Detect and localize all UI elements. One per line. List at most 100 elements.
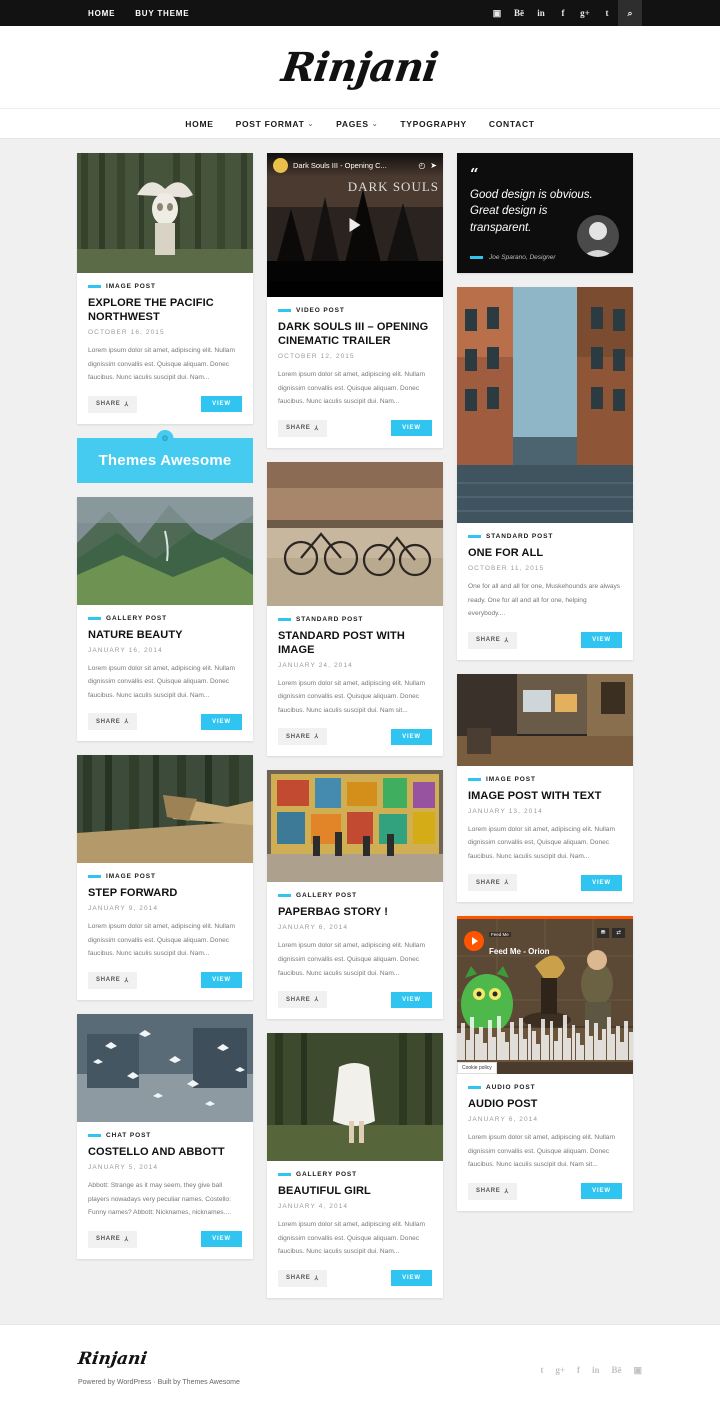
post-category[interactable]: CHAT POST xyxy=(88,1132,242,1139)
view-button[interactable]: VIEW xyxy=(391,728,432,745)
post-card-dark-souls-iii[interactable]: DARK SOULS Dark Souls III - Opening C...… xyxy=(267,153,443,448)
buy-icon[interactable]: ⛃ xyxy=(596,928,610,939)
twitter-icon[interactable]: t xyxy=(540,1365,543,1376)
post-card-step-forward[interactable]: IMAGE POST STEP FORWARD JANUARY 9, 2014 … xyxy=(77,755,253,1000)
share-button[interactable]: SHARE ⅄ xyxy=(468,1182,517,1200)
post-category[interactable]: GALLERY POST xyxy=(278,1171,432,1178)
artist-label[interactable]: Feed Me xyxy=(489,932,511,938)
post-title[interactable]: STANDARD POST WITH IMAGE xyxy=(278,629,432,657)
view-button[interactable]: VIEW xyxy=(391,420,432,437)
post-title[interactable]: STEP FORWARD xyxy=(88,886,242,900)
youtube-video-player[interactable]: DARK SOULS Dark Souls III - Opening C...… xyxy=(267,153,443,297)
view-button[interactable]: VIEW xyxy=(201,972,242,989)
view-button[interactable]: VIEW xyxy=(581,632,622,649)
view-button[interactable]: VIEW xyxy=(391,1270,432,1287)
post-category[interactable]: GALLERY POST xyxy=(278,892,432,899)
cookie-policy-link[interactable]: Cookie policy xyxy=(457,1062,497,1075)
post-title[interactable]: DARK SOULS III – OPENING CINEMATIC TRAIL… xyxy=(278,320,432,348)
soundcloud-player[interactable]: Feed Me Feed Me - Orion ⛃ ⇄ Cookie polic… xyxy=(457,916,633,1075)
post-thumbnail-forest-wooden-platform[interactable] xyxy=(77,755,253,864)
post-card-nature-beauty[interactable]: GALLERY POST NATURE BEAUTY JANUARY 16, 2… xyxy=(77,496,253,742)
watch-later-icon[interactable]: ◴ xyxy=(418,161,425,170)
instagram-icon[interactable]: ▣ xyxy=(633,1365,642,1376)
topbar-link-home[interactable]: HOME xyxy=(88,9,115,18)
share-icon[interactable]: ⇄ xyxy=(612,928,625,939)
post-thumbnail-skull-antlers-forest[interactable] xyxy=(77,153,253,273)
youtube-video-title[interactable]: Dark Souls III - Opening C... xyxy=(293,161,413,170)
post-card-image-post-with-text[interactable]: IMAGE POST IMAGE POST WITH TEXT JANUARY … xyxy=(457,673,633,903)
view-button[interactable]: VIEW xyxy=(581,874,622,891)
share-button[interactable]: SHARE ⅄ xyxy=(278,419,327,437)
linkedin-icon[interactable]: in xyxy=(592,1365,600,1376)
share-button[interactable]: SHARE ⅄ xyxy=(278,728,327,746)
post-thumbnail-birds-flying-ruins[interactable] xyxy=(77,1013,253,1122)
play-button[interactable] xyxy=(349,218,361,232)
facebook-icon[interactable]: f xyxy=(552,0,574,26)
nav-item-contact[interactable]: CONTACT xyxy=(489,119,535,129)
google-plus-icon[interactable]: g+ xyxy=(574,0,596,26)
view-button[interactable]: VIEW xyxy=(201,1231,242,1248)
post-title[interactable]: BEAUTIFUL GIRL xyxy=(278,1184,432,1198)
post-thumbnail-green-mountain-valley[interactable] xyxy=(77,496,253,605)
post-thumbnail-graffiti-wall-people[interactable] xyxy=(267,770,443,883)
behance-icon[interactable]: Bē xyxy=(611,1365,621,1376)
post-title[interactable]: COSTELLO AND ABBOTT xyxy=(88,1145,242,1159)
post-card-one-for-all[interactable]: STANDARD POST ONE FOR ALL OCTOBER 11, 20… xyxy=(457,286,633,660)
post-category[interactable]: STANDARD POST xyxy=(278,616,432,623)
post-category[interactable]: IMAGE POST xyxy=(88,283,242,290)
post-title[interactable]: AUDIO POST xyxy=(468,1097,622,1111)
post-thumbnail-vintage-bicycles-street[interactable] xyxy=(267,461,443,606)
share-button[interactable]: SHARE ⅄ xyxy=(278,991,327,1009)
nav-item-home[interactable]: HOME xyxy=(185,119,213,129)
post-card-audio-post[interactable]: Feed Me Feed Me - Orion ⛃ ⇄ Cookie polic… xyxy=(457,916,633,1211)
view-button[interactable]: VIEW xyxy=(201,396,242,413)
post-card-explore-the-pacific-northwest[interactable]: IMAGE POST EXPLORE THE PACIFIC NORTHWEST… xyxy=(77,153,253,424)
share-button[interactable]: SHARE ⅄ xyxy=(468,874,517,892)
google-plus-icon[interactable]: g+ xyxy=(555,1365,565,1376)
topbar-link-buy-theme[interactable]: BUY THEME xyxy=(135,9,189,18)
video-controls[interactable] xyxy=(267,281,443,297)
view-button[interactable]: VIEW xyxy=(201,713,242,730)
facebook-icon[interactable]: f xyxy=(577,1365,580,1376)
view-button[interactable]: VIEW xyxy=(391,991,432,1008)
quote-card[interactable]: “ Good design is obvious. Great design i… xyxy=(457,153,633,273)
track-title[interactable]: Feed Me - Orion xyxy=(489,947,549,956)
post-thumbnail-narrow-city-street[interactable] xyxy=(457,286,633,523)
share-button[interactable]: SHARE ⅄ xyxy=(468,631,517,649)
nav-item-typography[interactable]: TYPOGRAPHY xyxy=(400,119,467,129)
post-category[interactable]: STANDARD POST xyxy=(468,533,622,540)
view-button[interactable]: VIEW xyxy=(581,1183,622,1200)
post-category[interactable]: IMAGE POST xyxy=(88,873,242,880)
post-category[interactable]: AUDIO POST xyxy=(468,1084,622,1091)
search-icon[interactable]: ⌕ xyxy=(618,0,642,26)
audio-waveform[interactable] xyxy=(457,1014,633,1061)
twitter-icon[interactable]: t xyxy=(596,0,618,26)
share-button[interactable]: SHARE ⅄ xyxy=(88,713,137,731)
share-button[interactable]: SHARE ⅄ xyxy=(278,1269,327,1287)
post-title[interactable]: IMAGE POST WITH TEXT xyxy=(468,789,622,803)
nav-item-post-format[interactable]: POST FORMAT ⌄ xyxy=(236,119,315,129)
post-title[interactable]: ONE FOR ALL xyxy=(468,546,622,560)
post-thumbnail-girl-white-dress-forest[interactable] xyxy=(267,1033,443,1162)
post-title[interactable]: EXPLORE THE PACIFIC NORTHWEST xyxy=(88,296,242,324)
site-logo[interactable]: Rinjani xyxy=(279,44,441,91)
instagram-icon[interactable]: ▣ xyxy=(486,0,508,26)
share-button[interactable]: SHARE ⅄ xyxy=(88,395,137,413)
post-category[interactable]: GALLERY POST xyxy=(88,615,242,622)
post-thumbnail-interior-room-desk[interactable] xyxy=(457,673,633,766)
behance-icon[interactable]: Bē xyxy=(508,0,530,26)
post-card-paperbag-story[interactable]: GALLERY POST PAPERBAG STORY ! JANUARY 6,… xyxy=(267,770,443,1020)
post-title[interactable]: PAPERBAG STORY ! xyxy=(278,905,432,919)
channel-avatar-icon[interactable] xyxy=(273,157,288,173)
post-card-beautiful-girl[interactable]: GALLERY POST BEAUTIFUL GIRL JANUARY 4, 2… xyxy=(267,1033,443,1298)
play-button[interactable] xyxy=(464,931,484,952)
linkedin-icon[interactable]: in xyxy=(530,0,552,26)
nav-item-pages[interactable]: PAGES ⌄ xyxy=(336,119,378,129)
share-button[interactable]: SHARE ⅄ xyxy=(88,971,137,989)
post-category[interactable]: VIDEO POST xyxy=(278,307,432,314)
post-card-costello-and-abbott[interactable]: CHAT POST COSTELLO AND ABBOTT JANUARY 5,… xyxy=(77,1013,253,1259)
post-card-standard-post-with-image[interactable]: STANDARD POST STANDARD POST WITH IMAGE J… xyxy=(267,461,443,757)
share-button[interactable]: SHARE ⅄ xyxy=(88,1230,137,1248)
post-title[interactable]: NATURE BEAUTY xyxy=(88,628,242,642)
themes-awesome-banner[interactable]: ⚙ Themes Awesome xyxy=(77,429,253,483)
